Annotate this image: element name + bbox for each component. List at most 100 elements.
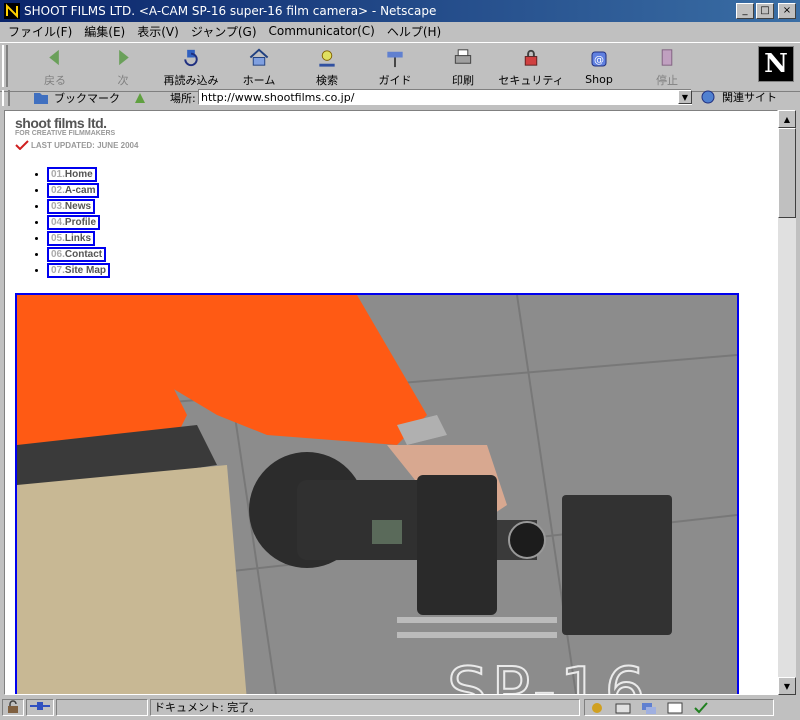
window-title: SHOOT FILMS LTD. <A-CAM SP-16 super-16 f… [24,4,437,18]
brand-name: shoot films ltd. [15,115,107,131]
bookmarks-label: ブックマーク [54,92,120,105]
menu-edit[interactable]: 編集(E) [78,23,131,40]
back-label: 戻る [44,74,66,87]
stop-label: 停止 [656,74,678,87]
nav-item-sitemap: 07.Site Map [47,263,111,279]
hero-photo-link[interactable]: SP-16 [15,293,739,695]
status-bar: ドキュメント: 完了。 [0,697,800,720]
title-bar: SHOOT FILMS LTD. <A-CAM SP-16 super-16 f… [0,0,800,22]
bookmarks-button[interactable]: ブックマーク [32,90,148,106]
photo-overlay-text: SP-16 [447,655,649,695]
security-lock-icon [8,700,18,713]
netscape-app-icon [4,3,20,19]
site-nav: 01.Home 02.A-cam 03.News 04.Profile 05.L… [27,167,111,279]
nav-link-profile[interactable]: 04.Profile [47,215,101,230]
reload-label: 再読み込み [163,74,219,87]
forward-arrow-icon [119,49,129,66]
guide-label: ガイド [378,74,412,87]
nav-item-acam: 02.A-cam [47,183,110,199]
menu-jump[interactable]: ジャンプ(G) [185,23,263,40]
camera-photo: SP-16 [17,295,737,695]
related-sites-button[interactable]: 関連サイト [700,89,777,105]
scroll-up-button[interactable]: ▲ [778,110,796,128]
page-proxy-icon[interactable] [132,90,148,106]
shop-icon: @ [591,51,607,67]
nav-item-links: 05.Links [47,231,110,247]
print-icon [454,49,472,64]
netscape-logo[interactable]: N [758,46,794,82]
toolbar-grip[interactable] [2,45,8,87]
mail-component-icon[interactable] [615,701,631,715]
navigation-toolbar: 戻る 次 再読み込み ホーム 検索 ガイド 印刷 セキュリティ @ Shop 停… [0,42,800,92]
site-logo[interactable]: shoot films ltd. FOR CREATIVE FILMMAKERS… [15,115,138,150]
scroll-thumb[interactable] [778,128,796,218]
url-dropdown-button[interactable]: ▼ [678,90,692,104]
menu-view[interactable]: 表示(V) [131,23,185,40]
security-status-panel[interactable] [2,699,24,716]
back-button[interactable]: 戻る [20,46,90,88]
nav-link-links[interactable]: 05.Links [47,231,96,246]
checkmark-component-icon[interactable] [693,701,709,715]
search-button[interactable]: 検索 [292,46,362,88]
connection-icon [30,702,50,710]
page-content: shoot films ltd. FOR CREATIVE FILMMAKERS… [4,110,778,695]
nav-link-contact[interactable]: 06.Contact [47,247,107,262]
search-label: 検索 [316,74,338,87]
composer-component-icon[interactable] [667,701,683,715]
nav-item-home: 01.Home [47,167,110,183]
location-grip[interactable] [2,90,10,106]
stop-button[interactable]: 停止 [632,46,702,88]
discussion-component-icon[interactable] [641,701,657,715]
home-icon [249,48,269,66]
vertical-scrollbar[interactable]: ▲ ▼ [778,110,796,695]
navigator-component-icon[interactable] [589,701,605,715]
reload-icon [184,49,198,67]
brand-tagline: FOR CREATIVE FILMMAKERS [15,130,116,137]
bookmark-icon [34,93,48,104]
search-icon [319,50,335,67]
print-label: 印刷 [452,74,474,87]
nav-item-contact: 06.Contact [47,247,110,263]
stop-icon [661,49,673,66]
menu-bar: ファイル(F) 編集(E) 表示(V) ジャンプ(G) Communicator… [0,22,800,40]
guide-icon [387,51,403,68]
shop-label: Shop [585,73,613,86]
back-arrow-icon [49,49,59,66]
guide-button[interactable]: ガイド [360,46,430,88]
location-bar: ブックマーク 場所: http://www.shootfilms.co.jp/ … [0,88,800,108]
last-updated-text: LAST UPDATED: JUNE 2004 [31,140,139,150]
menu-help[interactable]: ヘルプ(H) [381,23,447,40]
nav-item-news: 03.News [47,199,110,215]
nav-link-home[interactable]: 01.Home [47,167,97,182]
scroll-down-button[interactable]: ▼ [778,677,796,695]
security-label: セキュリティ [498,74,564,87]
minimize-button[interactable]: _ [736,3,754,19]
maximize-button[interactable]: □ [756,3,774,19]
nav-link-acam[interactable]: 02.A-cam [47,183,100,198]
related-sites-icon [701,90,715,104]
url-input[interactable]: http://www.shootfilms.co.jp/ [198,89,692,105]
checkmark-icon [15,140,29,150]
nav-link-sitemap[interactable]: 07.Site Map [47,263,111,278]
last-updated: LAST UPDATED: JUNE 2004 [15,140,138,150]
component-bar [584,699,774,716]
reload-button[interactable]: 再読み込み [156,46,226,88]
home-label: ホーム [242,74,276,87]
close-button[interactable]: × [778,3,796,19]
status-message: ドキュメント: 完了。 [150,699,580,716]
lock-icon [524,49,538,66]
nav-link-news[interactable]: 03.News [47,199,96,214]
security-button[interactable]: セキュリティ [496,46,566,88]
svg-text:@: @ [594,55,604,66]
progress-panel [56,699,148,716]
forward-label: 次 [117,74,129,87]
connection-status-panel[interactable] [26,699,54,716]
related-sites-label: 関連サイト [722,91,777,104]
home-button[interactable]: ホーム [224,46,294,88]
forward-button[interactable]: 次 [88,46,158,88]
nav-item-profile: 04.Profile [47,215,110,231]
print-button[interactable]: 印刷 [428,46,498,88]
shop-button[interactable]: @ Shop [564,46,634,88]
menu-communicator[interactable]: Communicator(C) [263,24,381,38]
menu-file[interactable]: ファイル(F) [0,23,78,40]
